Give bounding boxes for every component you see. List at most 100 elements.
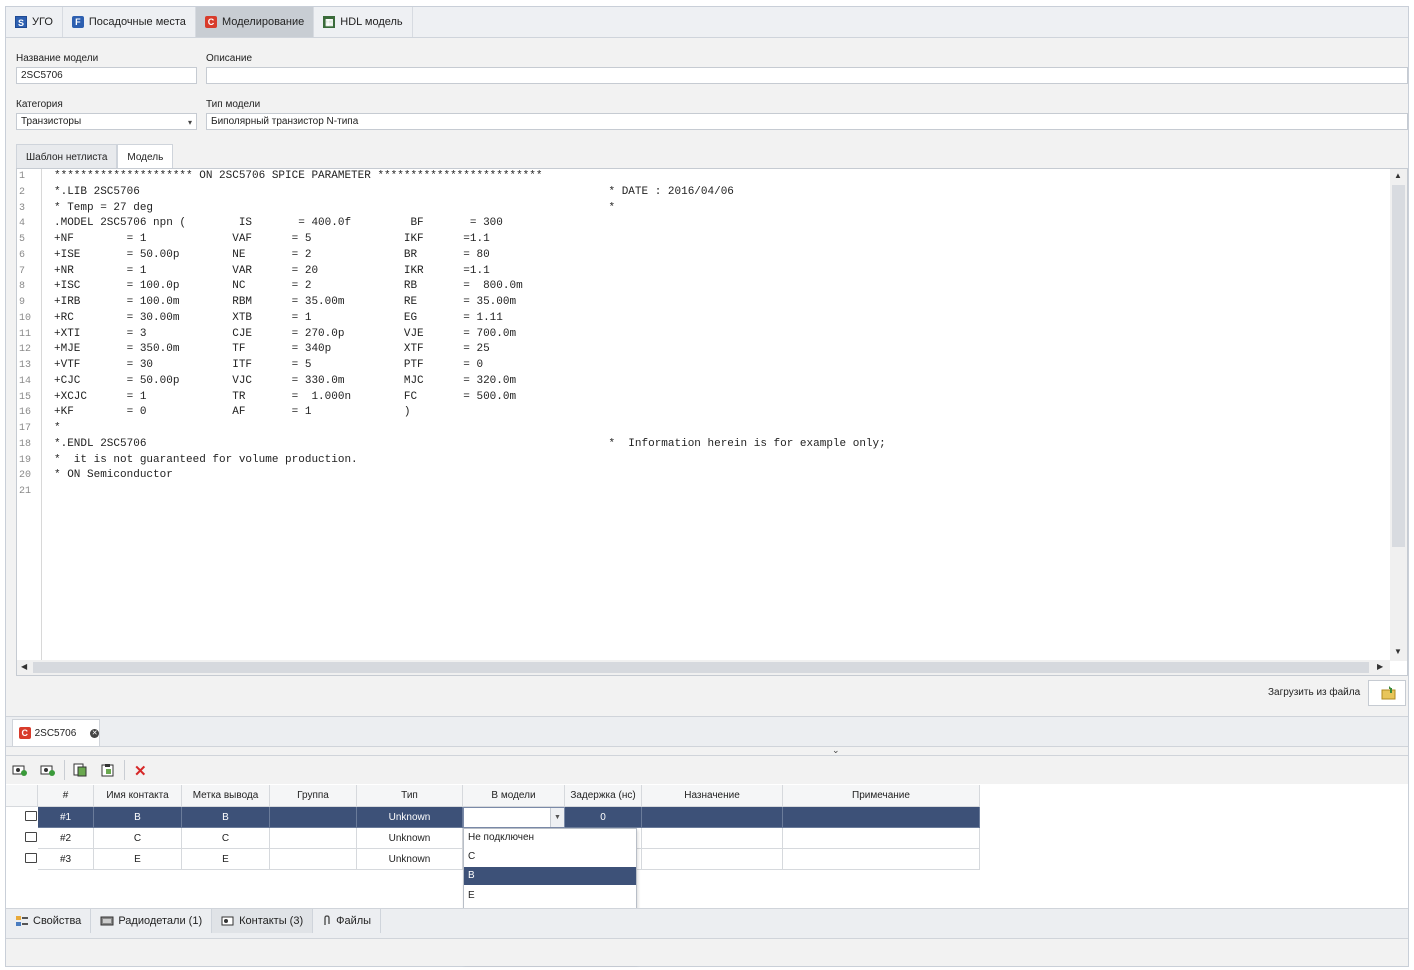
cell-group[interactable] — [270, 849, 357, 870]
header-type[interactable]: Тип — [357, 785, 463, 807]
tab-files[interactable]: Файлы — [313, 909, 382, 933]
cell-name[interactable]: B — [94, 807, 182, 828]
cell-name[interactable]: C — [94, 828, 182, 849]
horizontal-scroll-thumb[interactable] — [33, 662, 1369, 673]
line-number: 15 — [19, 391, 32, 403]
table-row-handle[interactable] — [6, 849, 38, 870]
tab-netlist-template[interactable]: Шаблон нетлиста — [16, 144, 118, 169]
code-line: * — [54, 422, 61, 434]
horizontal-scrollbar[interactable]: ◀ ▶ — [17, 660, 1390, 675]
tab-properties[interactable]: Свойства — [6, 909, 92, 933]
line-number: 9 — [19, 297, 26, 308]
code-line: +IRB = 100.0m RBM = 35.00m RE = 35.00m — [54, 296, 517, 308]
code-line: +MJE = 350.0m TF = 340p XTF = 25 — [54, 343, 490, 356]
cell-note[interactable] — [783, 849, 980, 870]
table-row-handle[interactable] — [6, 828, 38, 849]
cell-purpose[interactable] — [642, 849, 783, 870]
splitter[interactable]: ⌄ — [6, 745, 1408, 756]
cell-type[interactable]: Unknown — [357, 849, 463, 870]
category-select[interactable]: Транзисторы ▾ — [16, 113, 197, 130]
add-contact-button[interactable] — [12, 763, 28, 780]
code-editor[interactable]: 1 2 3 4 5 6 7 8 9 10 11 12 13 14 15 16 17 18 19 20 21 ******… — [16, 168, 1408, 676]
header-in-model[interactable]: В модели — [463, 785, 565, 807]
paste-button[interactable] — [100, 763, 116, 780]
load-from-file-button[interactable] — [1368, 680, 1406, 706]
line-number: 20 — [19, 470, 32, 482]
description-field[interactable] — [206, 67, 1408, 84]
dropdown-option-e[interactable]: E — [464, 887, 636, 905]
cell-pin[interactable]: B — [182, 807, 270, 828]
chevron-down-icon[interactable]: ▼ — [550, 808, 564, 827]
add-contacts-button[interactable] — [40, 763, 56, 780]
vertical-scrollbar[interactable]: ▲ ▼ — [1390, 169, 1407, 661]
dropdown-option-not-connected[interactable]: Не подключен — [464, 829, 636, 847]
line-number: 18 — [19, 438, 32, 450]
vertical-scroll-thumb[interactable] — [1392, 185, 1405, 547]
header-group[interactable]: Группа — [270, 785, 357, 807]
dropdown-option-c[interactable]: C — [464, 848, 636, 866]
cell-note[interactable] — [783, 807, 980, 828]
model-name-field[interactable]: 2SC5706 — [16, 67, 197, 84]
scroll-left-icon[interactable]: ◀ — [21, 662, 27, 671]
cell-purpose[interactable] — [642, 828, 783, 849]
dropdown-option-b[interactable]: B — [464, 867, 636, 885]
cell-pin[interactable]: C — [182, 828, 270, 849]
code-line: +RC = 30.00m XTB = 1 EG = 1.11 — [54, 311, 503, 324]
model-type-field[interactable]: Биполярный транзистор N-типа — [206, 113, 1408, 130]
scroll-right-icon[interactable]: ▶ — [1377, 662, 1383, 671]
line-number: 2 — [19, 186, 26, 198]
chevron-down-icon[interactable]: ⌄ — [832, 745, 840, 756]
cell-type[interactable]: Unknown — [357, 807, 463, 828]
delete-button[interactable]: ✕ — [134, 762, 147, 780]
tab-components[interactable]: Радиодетали (1) — [91, 909, 213, 933]
cell-purpose[interactable] — [642, 807, 783, 828]
code-line: ********************* ON 2SC5706 SPICE P… — [54, 170, 543, 182]
header-num[interactable]: # — [38, 785, 94, 807]
contacts-toolbar — [6, 757, 1408, 784]
model-icon: C — [204, 16, 217, 28]
cell-group[interactable] — [270, 807, 357, 828]
header-row-icon-column — [6, 785, 38, 807]
table-row-handle[interactable] — [6, 807, 38, 828]
cell-delay[interactable]: 0 — [565, 807, 642, 828]
cell-num[interactable]: #1 — [38, 807, 94, 828]
tab-contacts[interactable]: Контакты (3) — [212, 909, 314, 933]
add-contacts-icon — [40, 765, 55, 776]
line-number: 19 — [19, 454, 32, 466]
tab-ugo[interactable]: S УГО — [6, 7, 63, 37]
line-number: 11 — [19, 328, 32, 340]
cell-group[interactable] — [270, 828, 357, 849]
scroll-down-icon[interactable]: ▼ — [1394, 647, 1402, 656]
header-purpose[interactable]: Назначение — [642, 785, 783, 807]
cell-note[interactable] — [783, 828, 980, 849]
tab-model[interactable]: Модель — [117, 144, 174, 169]
cell-name[interactable]: E — [94, 849, 182, 870]
f-icon: F — [71, 16, 84, 28]
cell-pin[interactable]: E — [182, 849, 270, 870]
header-contact-name[interactable]: Имя контакта — [94, 785, 182, 807]
tab-modeling[interactable]: C Моделирование — [195, 7, 315, 37]
tab-footprints[interactable]: F Посадочные места — [63, 7, 196, 37]
copy-button[interactable] — [72, 763, 88, 780]
toolbar-separator — [124, 760, 125, 780]
header-note[interactable]: Примечание — [783, 785, 980, 807]
document-tab[interactable]: C 2SC5706 ✕ — [12, 719, 100, 746]
tab-label: Свойства — [33, 915, 82, 927]
cell-num[interactable]: #2 — [38, 828, 94, 849]
cell-num[interactable]: #3 — [38, 849, 94, 870]
close-icon[interactable]: ✕ — [90, 728, 99, 738]
cell-type[interactable]: Unknown — [357, 828, 463, 849]
line-number: 3 — [19, 202, 26, 214]
header-delay[interactable]: Задержка (нс) — [565, 785, 642, 807]
line-number-gutter: 1 2 3 4 5 6 7 8 9 10 11 12 13 14 15 16 17 18 19 20 21 — [17, 169, 42, 661]
components-icon — [100, 915, 114, 927]
code-line: * it is not guaranteed for volume produc… — [54, 453, 358, 466]
tab-hdl-model[interactable]: ▦ HDL модель — [314, 7, 413, 37]
tab-label: Контакты (3) — [239, 915, 304, 927]
cell-model[interactable]: ▼ — [463, 807, 565, 828]
line-number: 14 — [19, 375, 32, 387]
scroll-up-icon[interactable]: ▲ — [1394, 171, 1402, 180]
model-icon: C — [19, 727, 31, 739]
top-tab-bar: S УГО F Посадочные места C Моделирование… — [6, 7, 1408, 38]
header-pin-label[interactable]: Метка вывода — [182, 785, 270, 807]
